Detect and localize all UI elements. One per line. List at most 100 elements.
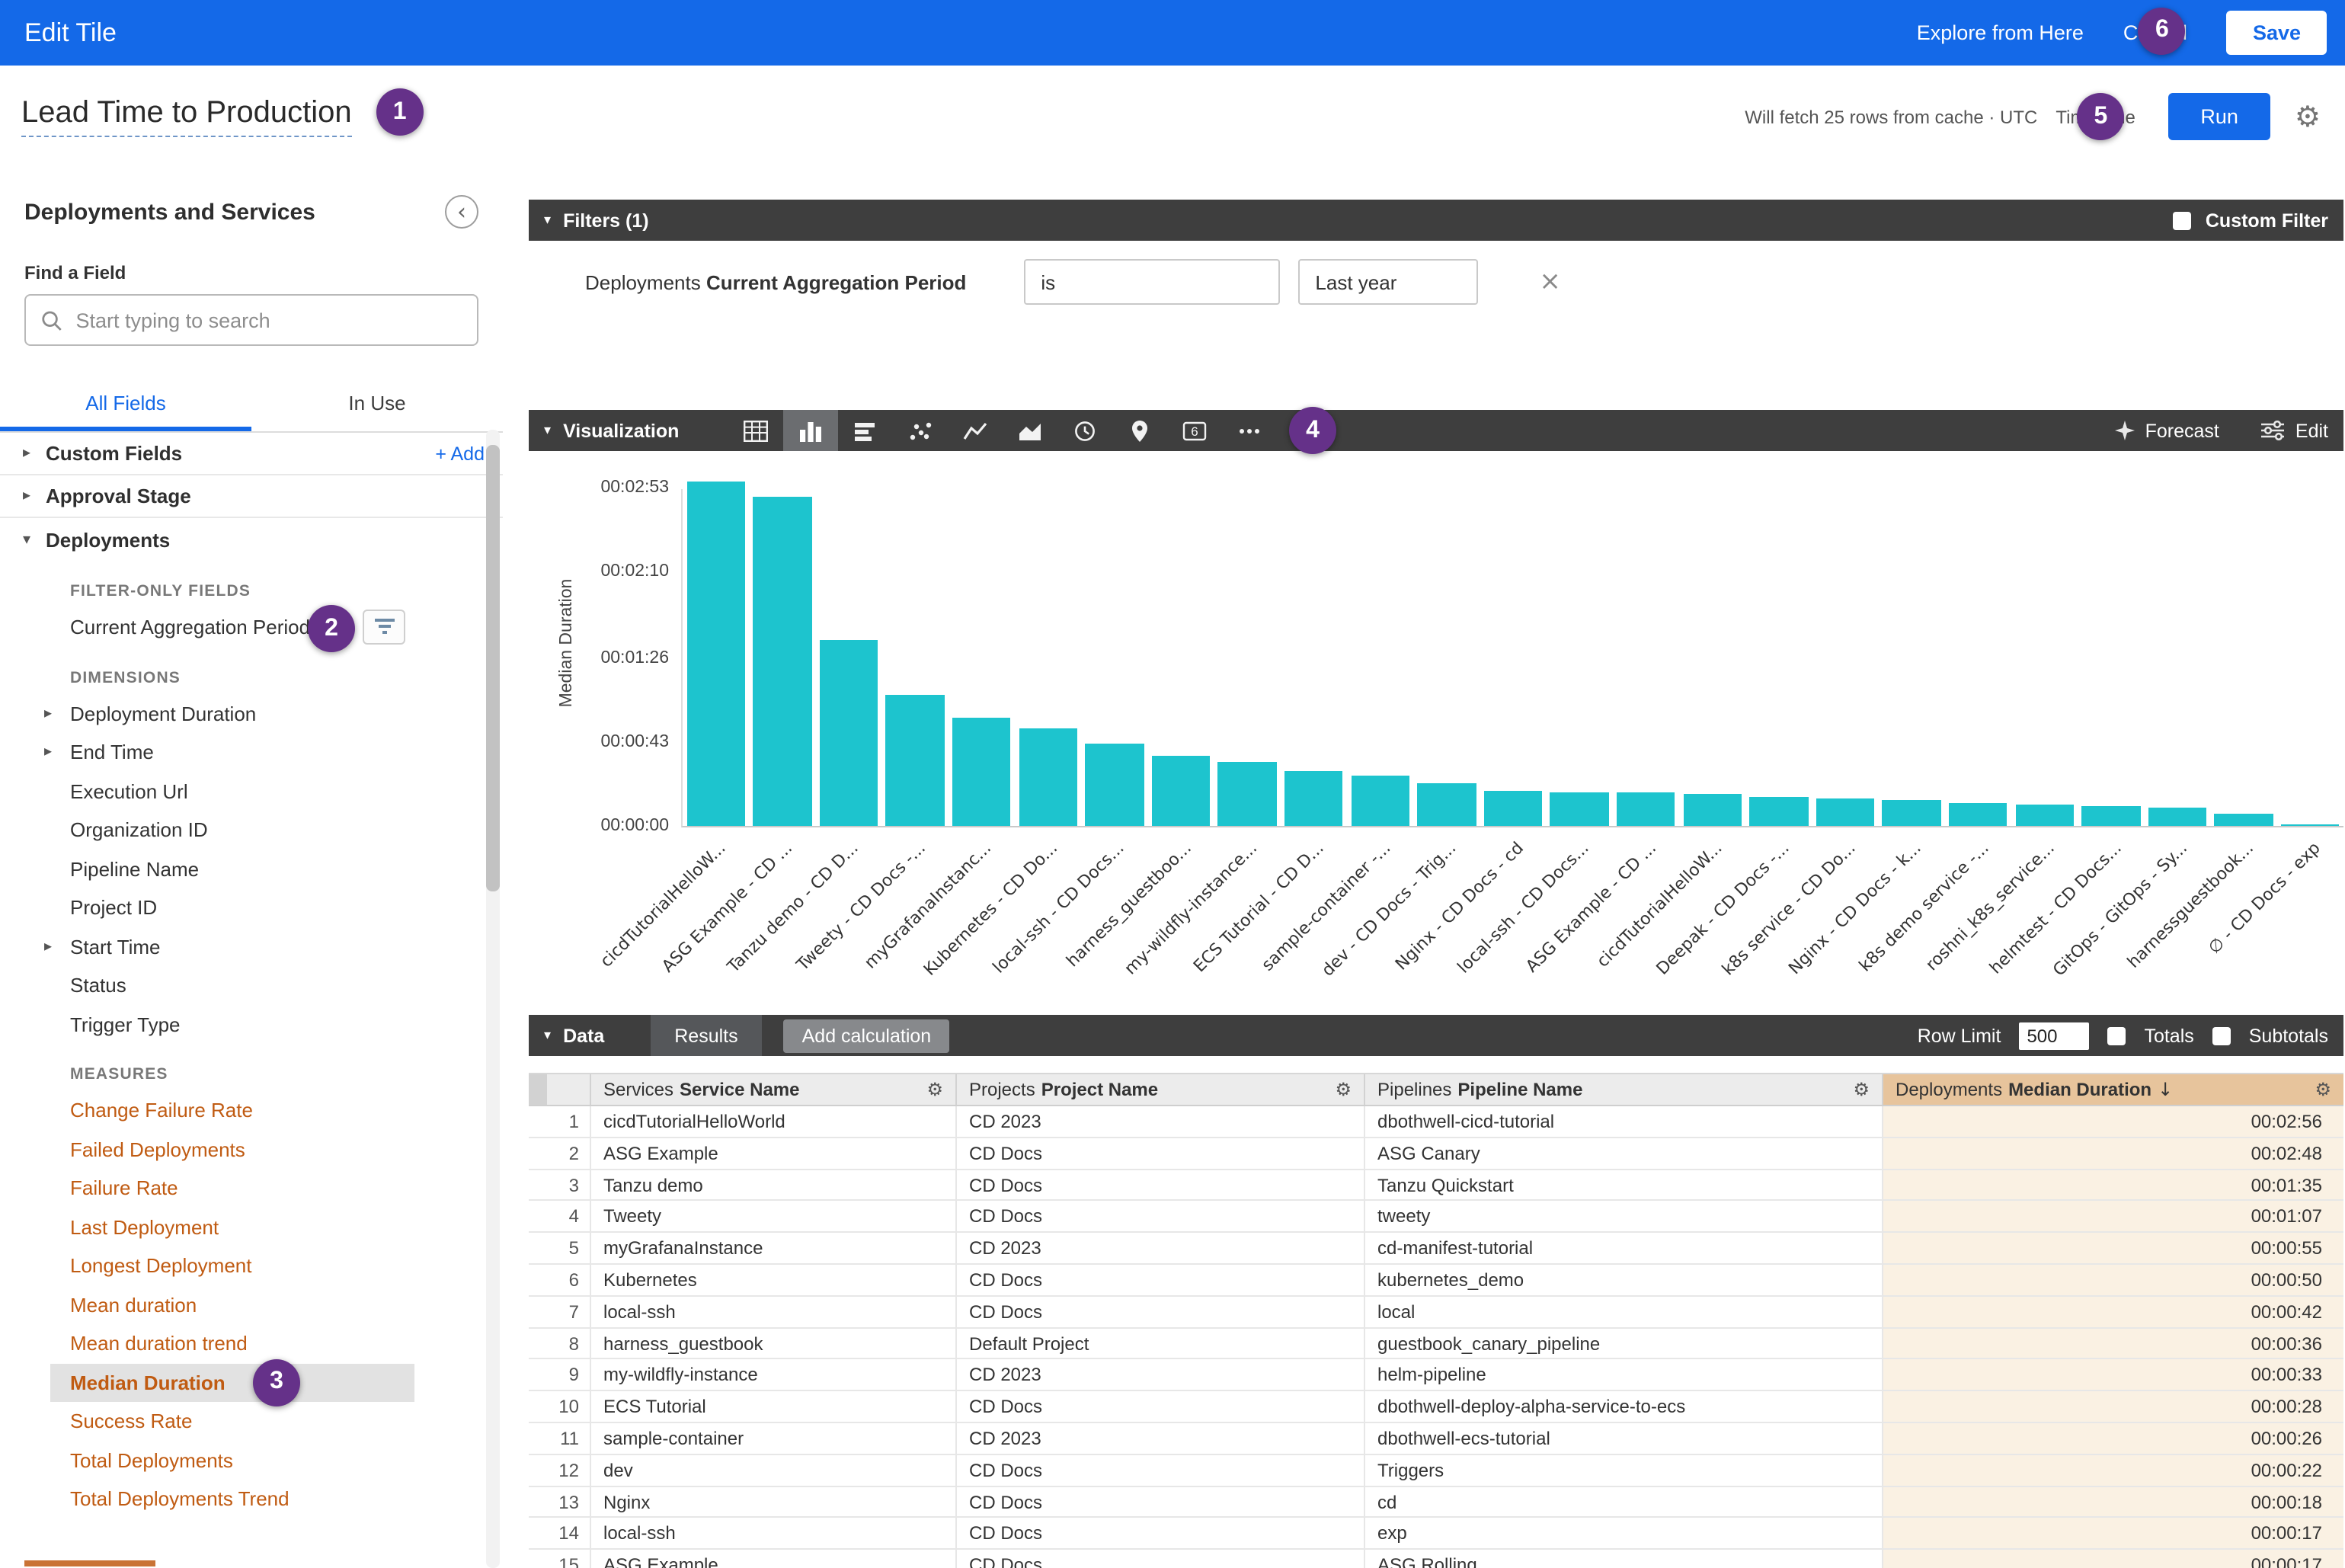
filter-operator-select[interactable]: is [1024, 259, 1280, 305]
chart-bar[interactable] [1683, 795, 1742, 826]
cell-median-duration[interactable]: 00:00:55 [1882, 1233, 2343, 1263]
chart-bar[interactable] [1351, 775, 1409, 826]
cell-project-name[interactable]: CD 2023 [955, 1360, 1364, 1390]
map-pin-icon[interactable] [1112, 410, 1166, 451]
chart-bar[interactable] [1749, 797, 1808, 826]
field-search-input[interactable] [76, 309, 462, 331]
table-icon[interactable] [728, 410, 782, 451]
cell-service-name[interactable]: local-ssh [590, 1297, 955, 1327]
cell-service-name[interactable]: my-wildfly-instance [590, 1360, 955, 1390]
visualization-section-bar[interactable]: ▾ Visualization 6 4 Forecast [529, 410, 2343, 451]
field-status[interactable]: Status [0, 966, 503, 1005]
cell-median-duration[interactable]: 00:00:42 [1882, 1297, 2343, 1327]
sort-desc-icon[interactable]: ↓ [2158, 1079, 2173, 1100]
row-chart-icon[interactable] [837, 410, 892, 451]
cell-service-name[interactable]: harness_guestbook [590, 1328, 955, 1358]
chart-bar[interactable] [1483, 791, 1542, 826]
chart-bar[interactable] [1883, 801, 1941, 826]
measure-mean-duration-trend[interactable]: Mean duration trend [0, 1324, 503, 1363]
cell-pipeline-name[interactable]: tweety [1364, 1202, 1882, 1232]
cell-service-name[interactable]: Nginx [590, 1486, 955, 1517]
column-header-project[interactable]: ProjectsProject Name⚙ [955, 1074, 1364, 1105]
bar-chart-icon[interactable] [782, 410, 837, 451]
group-approval-stage[interactable]: ▸ Approval Stage [0, 475, 503, 518]
cell-pipeline-name[interactable]: cd [1364, 1486, 1882, 1517]
cell-service-name[interactable]: dev [590, 1455, 955, 1486]
filter-value-input[interactable]: Last year [1298, 259, 1478, 305]
cell-median-duration[interactable]: 00:00:17 [1882, 1550, 2343, 1568]
chart-bar[interactable] [1151, 756, 1210, 826]
cell-pipeline-name[interactable]: exp [1364, 1518, 1882, 1549]
measure-longest-deployment[interactable]: Longest Deployment [0, 1246, 503, 1285]
cell-median-duration[interactable]: 00:01:07 [1882, 1202, 2343, 1232]
cell-pipeline-name[interactable]: dbothwell-ecs-tutorial [1364, 1423, 1882, 1454]
cell-median-duration[interactable]: 00:01:35 [1882, 1170, 2343, 1200]
expander-icon[interactable]: ▸ [44, 744, 52, 761]
row-limit-input[interactable] [2019, 1022, 2089, 1049]
cell-project-name[interactable]: CD 2023 [955, 1423, 1364, 1454]
field-end-time[interactable]: ▸End Time [0, 733, 503, 772]
column-gear-icon[interactable]: ⚙ [1853, 1079, 1870, 1100]
group-deployments[interactable]: ▾ Deployments 2 [0, 518, 503, 561]
cell-median-duration[interactable]: 00:00:17 [1882, 1518, 2343, 1549]
field-organization-id[interactable]: Organization ID [0, 811, 503, 850]
column-gear-icon[interactable]: ⚙ [926, 1079, 943, 1100]
cell-service-name[interactable]: Tweety [590, 1202, 955, 1232]
chart-bar[interactable] [686, 482, 745, 826]
add-calculation-button[interactable]: Add calculation [784, 1019, 950, 1052]
chart-bar[interactable] [1816, 798, 1874, 826]
chart-bar[interactable] [1417, 783, 1476, 826]
scrollbar-thumb[interactable] [486, 445, 500, 891]
single-value-icon[interactable]: 6 [1166, 410, 1221, 451]
cell-median-duration[interactable]: 00:00:28 [1882, 1391, 2343, 1422]
line-chart-icon[interactable] [947, 410, 1002, 451]
chart-bar[interactable] [2215, 814, 2273, 826]
cell-project-name[interactable]: CD Docs [955, 1138, 1364, 1169]
cell-project-name[interactable]: CD Docs [955, 1391, 1364, 1422]
cell-pipeline-name[interactable]: dbothwell-cicd-tutorial [1364, 1106, 1882, 1137]
more-options-icon[interactable] [1221, 410, 1276, 451]
cell-project-name[interactable]: Default Project [955, 1328, 1364, 1358]
measure-last-deployment[interactable]: Last Deployment [0, 1208, 503, 1246]
chart-bar[interactable] [753, 498, 811, 826]
chart-bar[interactable] [1949, 802, 2007, 826]
tile-title-input[interactable]: Lead Time to Production [21, 96, 352, 137]
cell-project-name[interactable]: CD Docs [955, 1518, 1364, 1549]
cell-project-name[interactable]: CD Docs [955, 1486, 1364, 1517]
chart-bar[interactable] [1019, 728, 1077, 826]
data-section-bar[interactable]: ▾ Data Results Add calculation Row Limit… [529, 1015, 2343, 1056]
column-gear-icon[interactable]: ⚙ [2315, 1079, 2331, 1100]
chart-bar[interactable] [1085, 744, 1144, 826]
sidebar-scrollbar[interactable] [486, 430, 500, 1568]
cell-pipeline-name[interactable]: dbothwell-deploy-alpha-service-to-ecs [1364, 1391, 1882, 1422]
totals-checkbox[interactable] [2107, 1026, 2126, 1045]
cell-project-name[interactable]: CD Docs [955, 1455, 1364, 1486]
cell-service-name[interactable]: cicdTutorialHelloWorld [590, 1106, 955, 1137]
field-trigger-type[interactable]: Trigger Type [0, 1005, 503, 1044]
chart-bar[interactable] [2081, 806, 2140, 826]
cell-service-name[interactable]: myGrafanaInstance [590, 1233, 955, 1263]
expander-icon[interactable]: ▸ [44, 939, 52, 955]
area-chart-icon[interactable] [1002, 410, 1057, 451]
timezone-dropdown[interactable]: Timezone 5 [2055, 93, 2150, 140]
chart-bar[interactable] [2281, 824, 2340, 826]
cell-pipeline-name[interactable]: ASG Canary [1364, 1138, 1882, 1169]
measure-total-deployments[interactable]: Total Deployments [0, 1441, 503, 1480]
chart-bar[interactable] [2148, 808, 2206, 826]
field-deployment-duration[interactable]: ▸Deployment Duration [0, 694, 503, 733]
cell-pipeline-name[interactable]: helm-pipeline [1364, 1360, 1882, 1390]
cell-project-name[interactable]: CD 2023 [955, 1233, 1364, 1263]
chart-bar[interactable] [2015, 805, 2074, 826]
cell-project-name[interactable]: CD Docs [955, 1265, 1364, 1295]
chart-bar[interactable] [886, 695, 945, 826]
field-execution-url[interactable]: Execution Url [0, 772, 503, 811]
cell-median-duration[interactable]: 00:00:18 [1882, 1486, 2343, 1517]
column-header-service[interactable]: ServicesService Name⚙ [590, 1074, 955, 1105]
cell-project-name[interactable]: CD 2023 [955, 1106, 1364, 1137]
chart-bar[interactable] [952, 718, 1011, 826]
cell-service-name[interactable]: ECS Tutorial [590, 1391, 955, 1422]
field-pipeline-name[interactable]: Pipeline Name [0, 850, 503, 888]
column-header-duration[interactable]: DeploymentsMedian Duration↓⚙ [1882, 1074, 2343, 1105]
cell-median-duration[interactable]: 00:02:48 [1882, 1138, 2343, 1169]
forecast-button[interactable]: Forecast [2115, 420, 2219, 441]
